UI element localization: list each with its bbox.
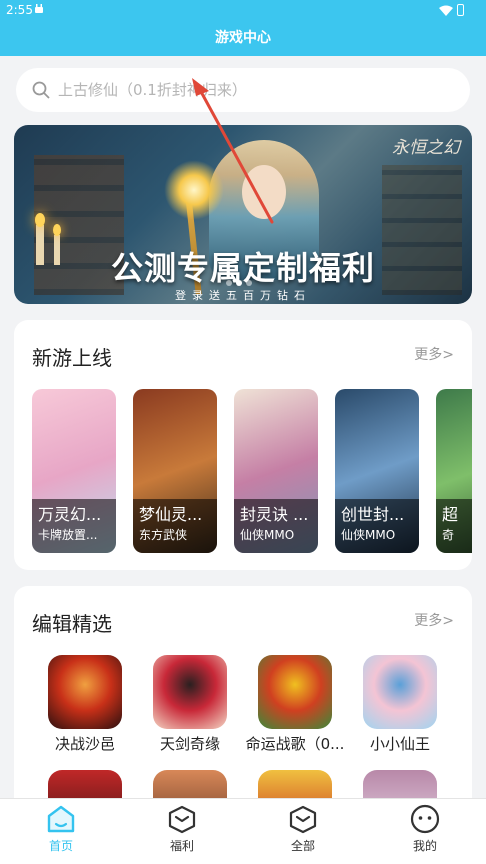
search-input[interactable] xyxy=(58,81,438,99)
home-icon xyxy=(47,805,75,833)
tab-label: 福利 xyxy=(169,839,194,853)
game-tag: 奇 xyxy=(442,528,455,542)
status-time: 2:55 xyxy=(6,3,33,17)
battery-icon xyxy=(457,4,464,16)
game-icon xyxy=(363,655,437,729)
game-name: 梦仙灵... xyxy=(139,505,203,524)
section-title: 新游上线 xyxy=(32,346,112,370)
game-card[interactable]: 梦仙灵... 东方武侠 xyxy=(133,389,217,553)
status-bar: 2:55 xyxy=(0,0,486,20)
game-item[interactable]: 天剑奇缘 xyxy=(140,655,240,754)
game-card[interactable]: 超 奇 xyxy=(436,389,472,553)
game-tag: 东方武侠 xyxy=(139,528,188,542)
game-card[interactable]: 万灵幻... 卡牌放置... xyxy=(32,389,116,553)
more-link[interactable]: 更多> xyxy=(414,344,454,364)
game-item[interactable]: 决战沙邑 xyxy=(35,655,135,754)
banner-pagination xyxy=(226,280,252,286)
tab-welfare[interactable]: 福利 xyxy=(142,804,222,854)
banner-staff-glow xyxy=(164,160,224,220)
banner-candle-flame xyxy=(53,224,61,236)
gift-box-icon xyxy=(168,805,196,834)
tab-mine[interactable]: 我的 xyxy=(385,804,465,854)
game-item[interactable]: 命运战歌（0... xyxy=(245,655,345,754)
pagination-dot-active xyxy=(236,280,242,286)
game-tag: 卡牌放置... xyxy=(38,528,98,542)
game-tag: 仙侠MMO xyxy=(240,528,295,542)
all-games-icon xyxy=(289,805,317,834)
game-item[interactable]: 小小仙王 xyxy=(350,655,450,754)
game-name: 命运战歌（0... xyxy=(245,735,345,753)
more-link[interactable]: 更多> xyxy=(414,610,454,630)
game-name: 万灵幻... xyxy=(38,505,102,524)
section-title: 编辑精选 xyxy=(32,612,112,636)
game-tag: 仙侠MMO xyxy=(341,528,396,542)
game-name: 超 xyxy=(442,505,459,524)
tab-home[interactable]: 首页 xyxy=(21,804,101,854)
game-card[interactable]: 创世封... 仙侠MMO xyxy=(335,389,419,553)
android-debug-icon xyxy=(35,4,43,13)
banner-candle-flame xyxy=(35,213,45,227)
tab-label: 我的 xyxy=(412,839,437,853)
game-card[interactable]: 封灵诀 ... 仙侠MMO xyxy=(234,389,318,553)
profile-face-icon xyxy=(410,804,440,834)
game-name: 决战沙邑 xyxy=(54,735,115,753)
promo-banner[interactable]: 永恒之幻 公测专属定制福利 登录送五百万钻石 xyxy=(14,125,472,304)
game-icon xyxy=(48,655,122,729)
game-name: 封灵诀 ... xyxy=(240,505,309,524)
new-games-section: 新游上线 更多> 万灵幻... 卡牌放置... 梦仙灵... 东方武侠 封灵诀 … xyxy=(14,320,472,570)
pagination-dot xyxy=(226,280,232,286)
tab-label: 全部 xyxy=(290,839,315,853)
search-icon xyxy=(32,81,50,99)
game-icon xyxy=(258,655,332,729)
game-name: 天剑奇缘 xyxy=(159,735,220,753)
game-icon xyxy=(153,655,227,729)
page-title: 游戏中心 xyxy=(0,20,486,56)
game-name: 小小仙王 xyxy=(369,735,430,753)
tab-all[interactable]: 全部 xyxy=(263,804,343,854)
tab-label: 首页 xyxy=(48,839,73,853)
banner-game-logo: 永恒之幻 xyxy=(392,138,460,158)
game-name: 创世封... xyxy=(341,505,405,524)
banner-character-face xyxy=(242,165,286,219)
wifi-icon xyxy=(439,5,453,16)
pagination-dot xyxy=(246,280,252,286)
search-bar[interactable] xyxy=(16,68,470,112)
banner-subline: 登录送五百万钻石 xyxy=(175,289,311,302)
